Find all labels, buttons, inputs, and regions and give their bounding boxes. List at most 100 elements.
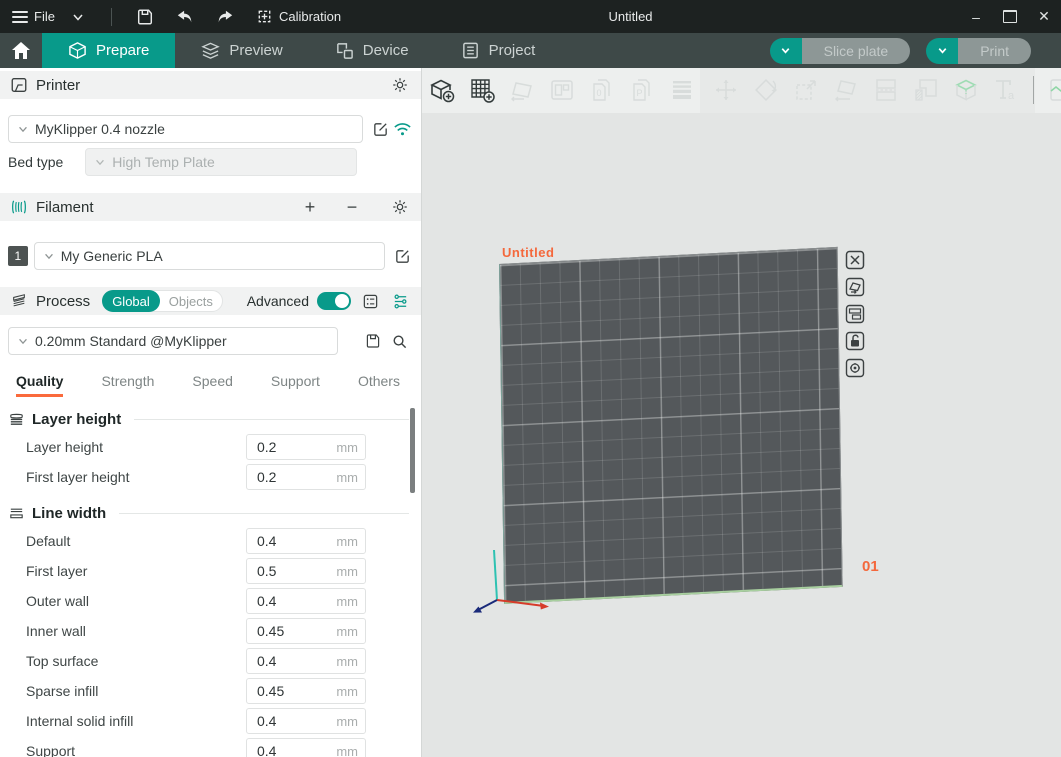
seam-painting-button[interactable]	[1045, 74, 1061, 106]
bed-type-row: Bed type High Temp Plate	[0, 147, 421, 177]
settings-sidebar: Printer MyKlipper 0.4 nozzle	[0, 68, 422, 757]
filament-slot-badge: 1	[8, 246, 28, 266]
lock-plate-button[interactable]	[845, 331, 865, 351]
edit-printer-button[interactable]	[370, 118, 392, 140]
tab-speed[interactable]: Speed	[192, 369, 232, 397]
undo-button[interactable]	[168, 5, 202, 29]
inner-wall-line-width-input[interactable]	[247, 623, 327, 639]
text-shape-button[interactable]: a	[990, 74, 1022, 106]
file-menu-chevron[interactable]	[61, 5, 95, 29]
layer-height-group-header: Layer height	[0, 406, 421, 432]
add-plate-button[interactable]	[466, 74, 498, 106]
tab-device[interactable]: Device	[309, 33, 435, 68]
filament-preset-select[interactable]: My Generic PLA	[34, 242, 386, 270]
calibration-button[interactable]: Calibration	[256, 8, 341, 25]
arrange-icon	[548, 76, 576, 104]
setting-input-box: mm	[246, 588, 366, 614]
move-button[interactable]	[710, 74, 742, 106]
printer-preset-select[interactable]: MyKlipper 0.4 nozzle	[8, 115, 363, 143]
rotate-button[interactable]	[750, 74, 782, 106]
scope-objects-option[interactable]: Objects	[160, 294, 222, 309]
save-icon	[136, 8, 154, 26]
tune-params-button[interactable]	[389, 290, 411, 312]
scope-global-option[interactable]: Global	[102, 290, 160, 312]
split-to-objects-button[interactable]: 0	[586, 74, 618, 106]
save-button[interactable]	[128, 5, 162, 29]
delete-plate-button[interactable]	[845, 250, 865, 270]
printer-connection-button[interactable]	[391, 118, 413, 140]
save-preset-button[interactable]	[362, 330, 384, 352]
tab-strength[interactable]: Strength	[101, 369, 154, 397]
layer-height-input[interactable]	[247, 439, 327, 455]
sidebar-scrollbar[interactable]	[410, 408, 415, 493]
home-button[interactable]	[0, 33, 42, 68]
lay-on-face-button[interactable]	[830, 74, 862, 106]
process-preset-select[interactable]: 0.20mm Standard @MyKlipper	[8, 327, 338, 355]
cut-button[interactable]	[870, 74, 902, 106]
print-dropdown-button[interactable]	[926, 38, 958, 64]
tab-prepare[interactable]: Prepare	[42, 33, 175, 68]
redo-button[interactable]	[208, 5, 242, 29]
split-to-parts-button[interactable]: P	[626, 74, 658, 106]
maximize-button[interactable]	[993, 0, 1027, 33]
variable-layer-height-button[interactable]	[666, 74, 698, 106]
close-button[interactable]: ✕	[1027, 0, 1061, 33]
internal-solid-infill-line-width-input[interactable]	[247, 713, 327, 729]
toggle-knob	[335, 294, 349, 308]
printer-settings-button[interactable]	[389, 74, 411, 96]
advanced-toggle[interactable]	[317, 292, 351, 310]
unit-label: mm	[327, 654, 365, 669]
file-menu-label: File	[34, 9, 55, 24]
top-surface-line-width-input[interactable]	[247, 653, 327, 669]
mesh-boolean-button[interactable]	[950, 74, 982, 106]
slice-plate-button[interactable]: Slice plate	[802, 38, 911, 64]
viewport-3d[interactable]: 0 P	[422, 68, 1061, 757]
process-icon	[10, 293, 28, 309]
remove-filament-button[interactable]: −	[341, 196, 363, 218]
slice-dropdown-button[interactable]	[770, 38, 802, 64]
chevron-down-icon	[17, 335, 29, 347]
arrange-button[interactable]	[546, 74, 578, 106]
parameter-list-button[interactable]	[359, 290, 381, 312]
chevron-down-icon	[43, 250, 55, 262]
add-object-button[interactable]	[426, 74, 458, 106]
close-icon: ✕	[1038, 8, 1050, 25]
tab-others[interactable]: Others	[358, 369, 400, 397]
default-line-width-input[interactable]	[247, 533, 327, 549]
tab-quality[interactable]: Quality	[16, 369, 63, 397]
arrange-plate-button[interactable]	[845, 277, 865, 297]
calibration-label: Calibration	[279, 9, 341, 24]
support-line-width-input[interactable]	[247, 743, 327, 757]
titlebar: File Calibration Untitled –	[0, 0, 1061, 33]
tab-support[interactable]: Support	[271, 369, 320, 397]
chevron-down-icon	[71, 10, 85, 24]
slice-plate-split-button: Slice plate	[770, 38, 911, 64]
add-filament-button[interactable]: +	[299, 196, 321, 218]
tab-project[interactable]: Project	[435, 33, 562, 68]
scale-button[interactable]	[790, 74, 822, 106]
minimize-button[interactable]: –	[959, 0, 993, 33]
layer-height-group-title: Layer height	[32, 411, 121, 428]
tab-preview[interactable]: Preview	[175, 33, 308, 68]
support-painting-button[interactable]	[910, 74, 942, 106]
first-layer-height-input[interactable]	[247, 469, 327, 485]
first-layer-line-width-input[interactable]	[247, 563, 327, 579]
setting-input-box: mm	[246, 648, 366, 674]
auto-orient-button[interactable]	[506, 74, 538, 106]
bed-type-select[interactable]: High Temp Plate	[85, 148, 357, 176]
unit-label: mm	[327, 534, 365, 549]
plate-layout-button[interactable]	[845, 304, 865, 324]
edit-icon	[372, 121, 389, 138]
filament-settings-button[interactable]	[389, 196, 411, 218]
search-preset-button[interactable]	[388, 330, 410, 352]
add-object-icon	[428, 76, 456, 104]
sparse-infill-line-width-input[interactable]	[247, 683, 327, 699]
plate-settings-button[interactable]	[845, 358, 865, 378]
print-button[interactable]: Print	[958, 38, 1031, 64]
filament-header-label: Filament	[36, 199, 94, 216]
edit-filament-button[interactable]	[391, 245, 413, 267]
file-menu-button[interactable]: File	[12, 9, 55, 24]
rotate-icon	[752, 76, 780, 104]
outer-wall-line-width-input[interactable]	[247, 593, 327, 609]
tab-project-label: Project	[489, 42, 536, 59]
